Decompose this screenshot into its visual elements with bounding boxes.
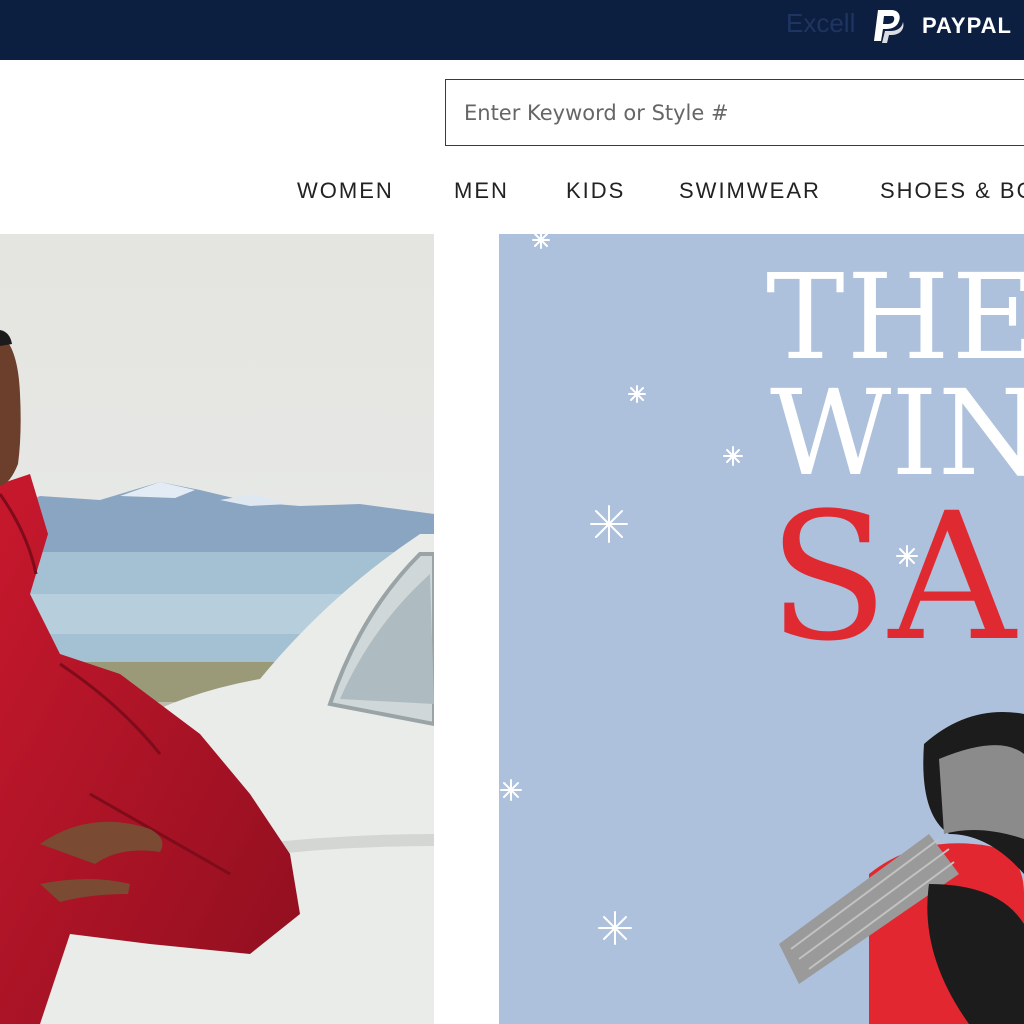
hero-left-image <box>0 234 434 1024</box>
paypal-label[interactable]: PAYPAL <box>922 13 1012 39</box>
headline-line-3: SA <box>768 475 1016 680</box>
promo-text[interactable]: Excell <box>786 8 855 39</box>
search-input[interactable] <box>446 80 1024 145</box>
snowflake-icon <box>500 779 522 801</box>
top-promo-bar: Excell PAYPAL <box>0 0 1024 60</box>
snowflake-icon <box>532 234 550 249</box>
paypal-icon <box>874 10 904 43</box>
hero-left-banner[interactable] <box>0 234 434 1024</box>
search-box <box>445 79 1024 146</box>
snowflake-icon <box>590 505 628 543</box>
nav-item-women[interactable]: WOMEN <box>297 178 394 204</box>
nav-item-kids[interactable]: KIDS <box>566 178 625 204</box>
nav-item-swimwear[interactable]: SWIMWEAR <box>679 178 821 204</box>
snowflake-icon <box>628 385 646 403</box>
snowflake-icon <box>598 911 632 945</box>
nav-item-men[interactable]: MEN <box>454 178 509 204</box>
snowflake-icon <box>723 446 743 466</box>
headline-line-1: THE <box>766 248 1024 386</box>
nav-item-shoes[interactable]: SHOES & BO <box>880 178 1024 204</box>
